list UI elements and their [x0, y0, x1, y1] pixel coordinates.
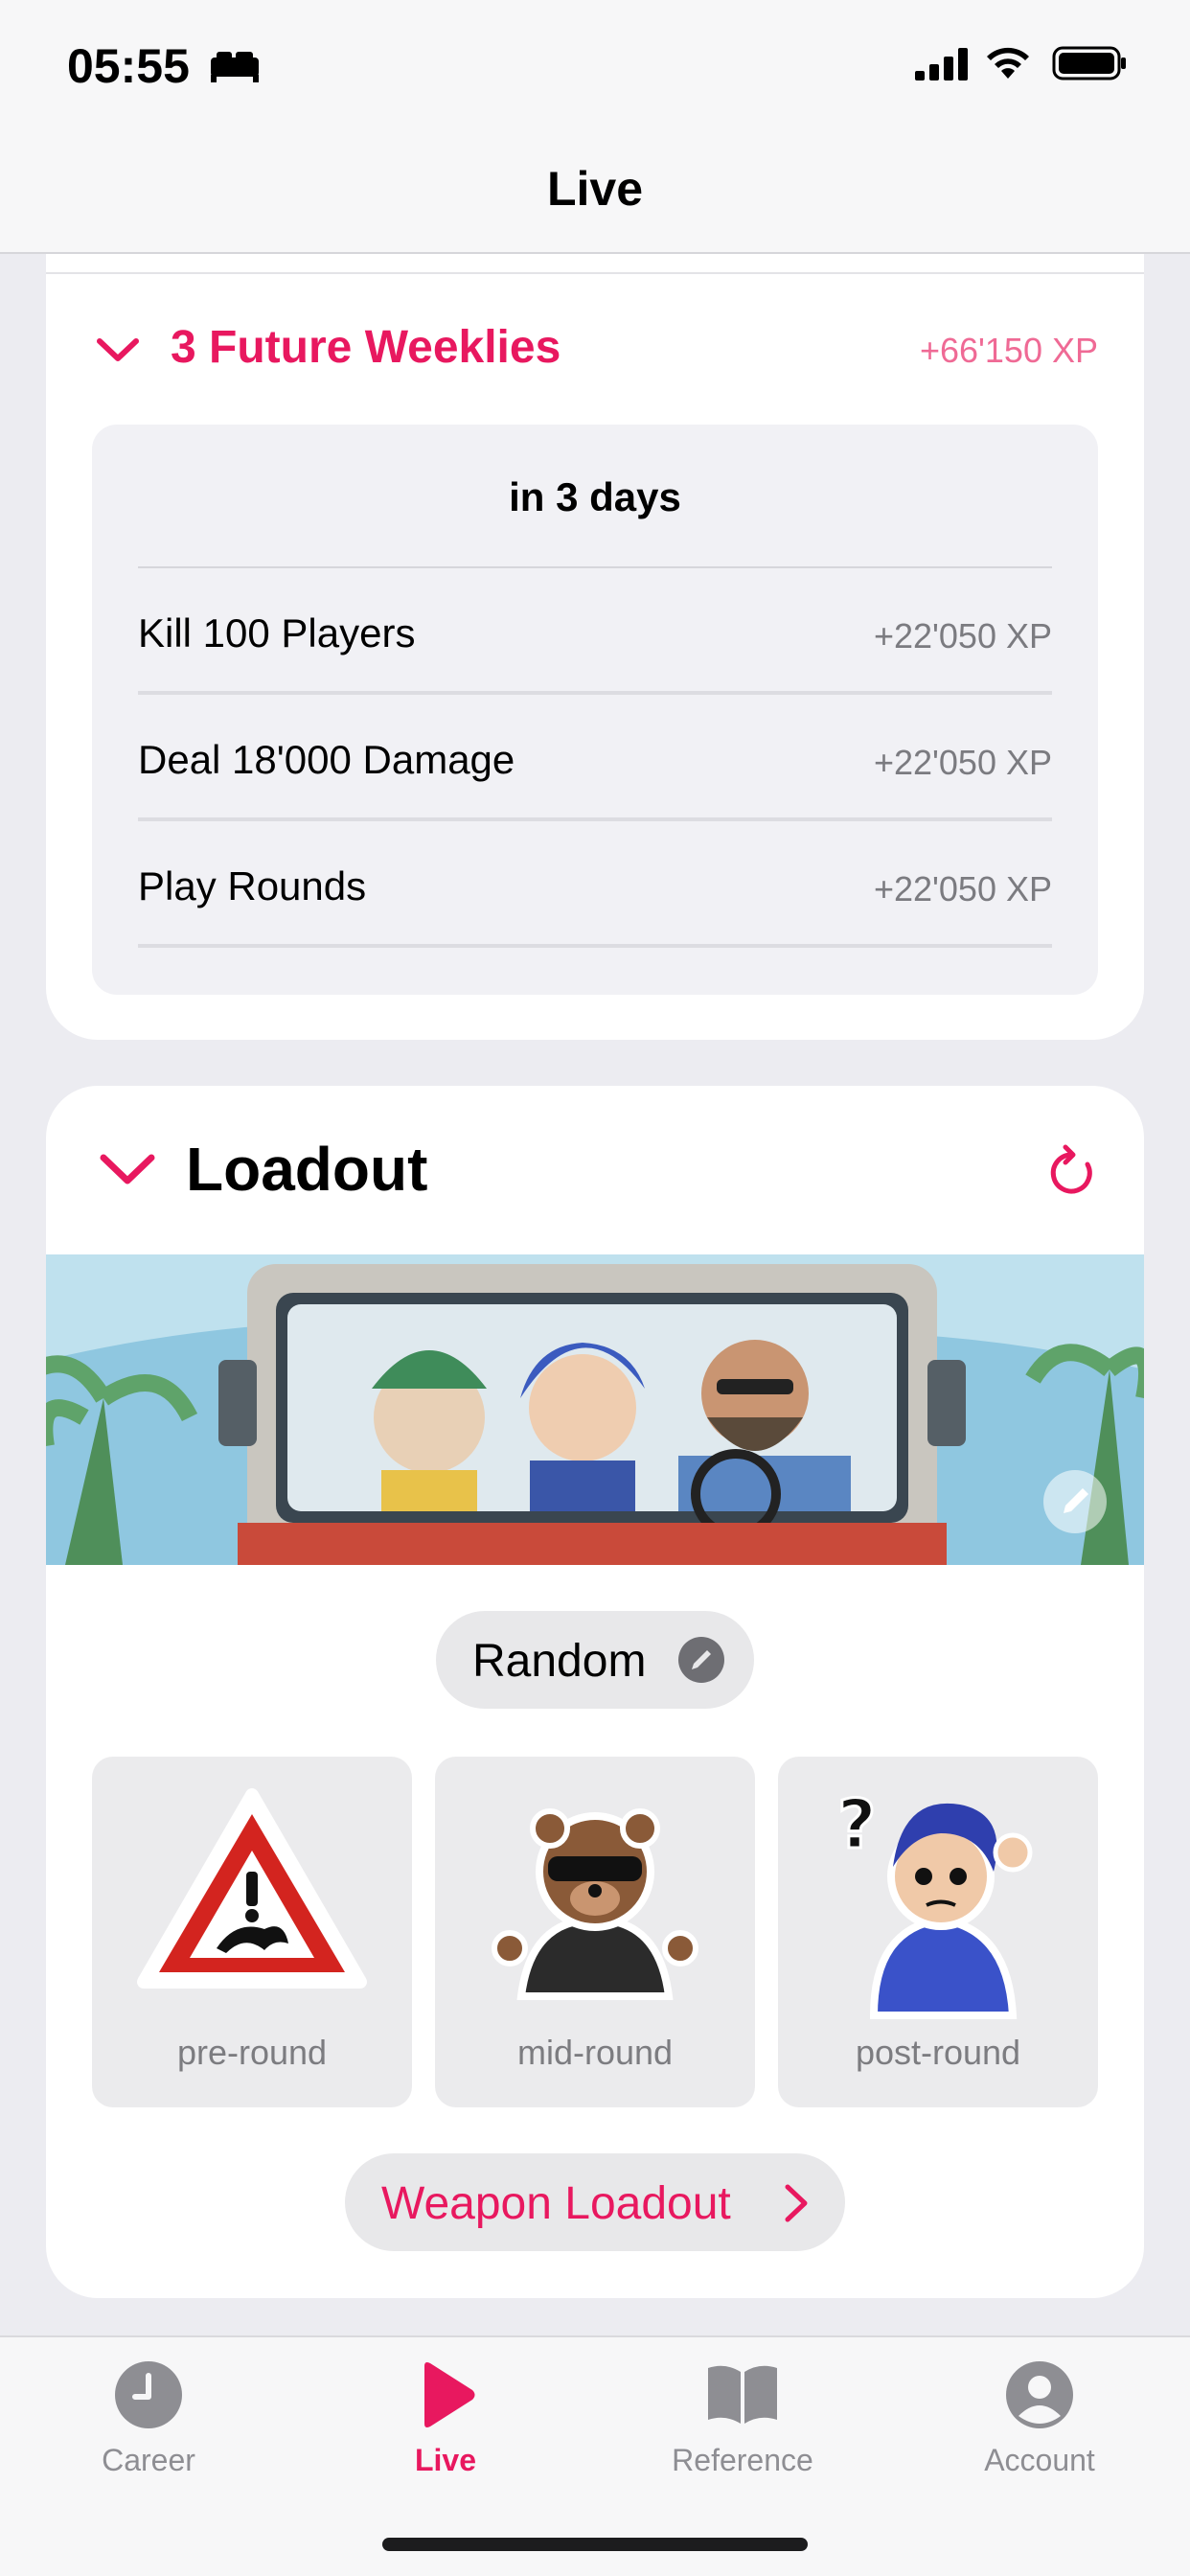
tab-career[interactable]: Career	[29, 2358, 268, 2493]
mission-name: Deal 18'000 Damage	[138, 737, 515, 782]
top-bar: 05:55 Live	[0, 0, 1190, 254]
bear-sunglasses-spray-icon	[492, 1808, 698, 2000]
refresh-icon[interactable]	[1044, 1143, 1098, 1201]
tab-live[interactable]: Live	[326, 2358, 565, 2493]
spray-label: post-round	[855, 2033, 1021, 2072]
spray-slot-pre-round[interactable]: pre-round	[92, 1757, 412, 2107]
tab-account[interactable]: Account	[920, 2358, 1159, 2493]
sleep-focus-icon	[211, 52, 259, 82]
book-icon	[708, 2365, 777, 2424]
spray-label: mid-round	[516, 2033, 674, 2072]
spray-slot-post-round[interactable]: ? post-round	[778, 1757, 1098, 2107]
loadout-card: Loadout Random pre-round mid-round ? pos…	[46, 1086, 1144, 2298]
pencil-icon	[678, 1637, 724, 1683]
mission-name: Kill 100 Players	[138, 610, 416, 656]
weapon-loadout-label: Weapon Loadout	[381, 2178, 731, 2229]
chevron-right-icon	[785, 2184, 808, 2222]
spray-label: pre-round	[176, 2033, 328, 2072]
wifi-icon	[987, 47, 1029, 79]
mission-row: Play Rounds +22'050 XP	[138, 821, 1052, 948]
chevron-down-icon[interactable]	[96, 335, 140, 364]
mission-xp: +22'050 XP	[873, 743, 1052, 782]
clock-icon	[115, 2361, 182, 2428]
battery-icon	[1052, 46, 1126, 80]
page-title: Live	[546, 162, 644, 216]
tab-label: Career	[102, 2443, 195, 2477]
mission-name: Play Rounds	[138, 863, 367, 908]
chevron-down-icon[interactable]	[99, 1151, 156, 1187]
play-icon	[424, 2362, 475, 2427]
home-indicator	[382, 2538, 808, 2551]
tab-reference[interactable]: Reference	[623, 2358, 862, 2493]
spray-slot-mid-round[interactable]: mid-round	[435, 1757, 755, 2107]
weeklies-card: 3 Future Weeklies +66'150 XP in 3 days K…	[46, 192, 1144, 1040]
status-time: 05:55	[67, 39, 190, 93]
cellular-signal-icon	[915, 48, 968, 80]
mission-row: Kill 100 Players +22'050 XP	[138, 568, 1052, 695]
tab-label: Account	[984, 2443, 1095, 2477]
edit-card-icon[interactable]	[1042, 1469, 1108, 1534]
mission-xp: +22'050 XP	[873, 869, 1052, 908]
confused-agent-spray-icon: ?	[836, 1784, 1033, 2019]
warning-sign-spray-icon	[137, 1788, 367, 1989]
person-icon	[1006, 2361, 1073, 2428]
weeklies-total-xp: +66'150 XP	[919, 331, 1098, 370]
mission-row: Deal 18'000 Damage +22'050 XP	[138, 695, 1052, 821]
tab-label: Reference	[672, 2443, 813, 2477]
weeklies-group: in 3 days Kill 100 Players +22'050 XP De…	[92, 425, 1098, 995]
player-card-banner	[46, 1254, 1144, 1565]
card-divider	[46, 272, 1144, 274]
tab-label: Live	[414, 2443, 477, 2477]
random-label: Random	[472, 1636, 647, 1687]
mission-xp: +22'050 XP	[873, 616, 1052, 656]
svg-text:?: ?	[837, 1785, 877, 1864]
loadout-title[interactable]: Loadout	[186, 1134, 427, 1205]
weeklies-when: in 3 days	[509, 474, 681, 519]
weeklies-title[interactable]: 3 Future Weeklies	[171, 321, 561, 374]
random-spray-button[interactable]: Random	[436, 1611, 754, 1709]
weapon-loadout-button[interactable]: Weapon Loadout	[345, 2153, 845, 2251]
